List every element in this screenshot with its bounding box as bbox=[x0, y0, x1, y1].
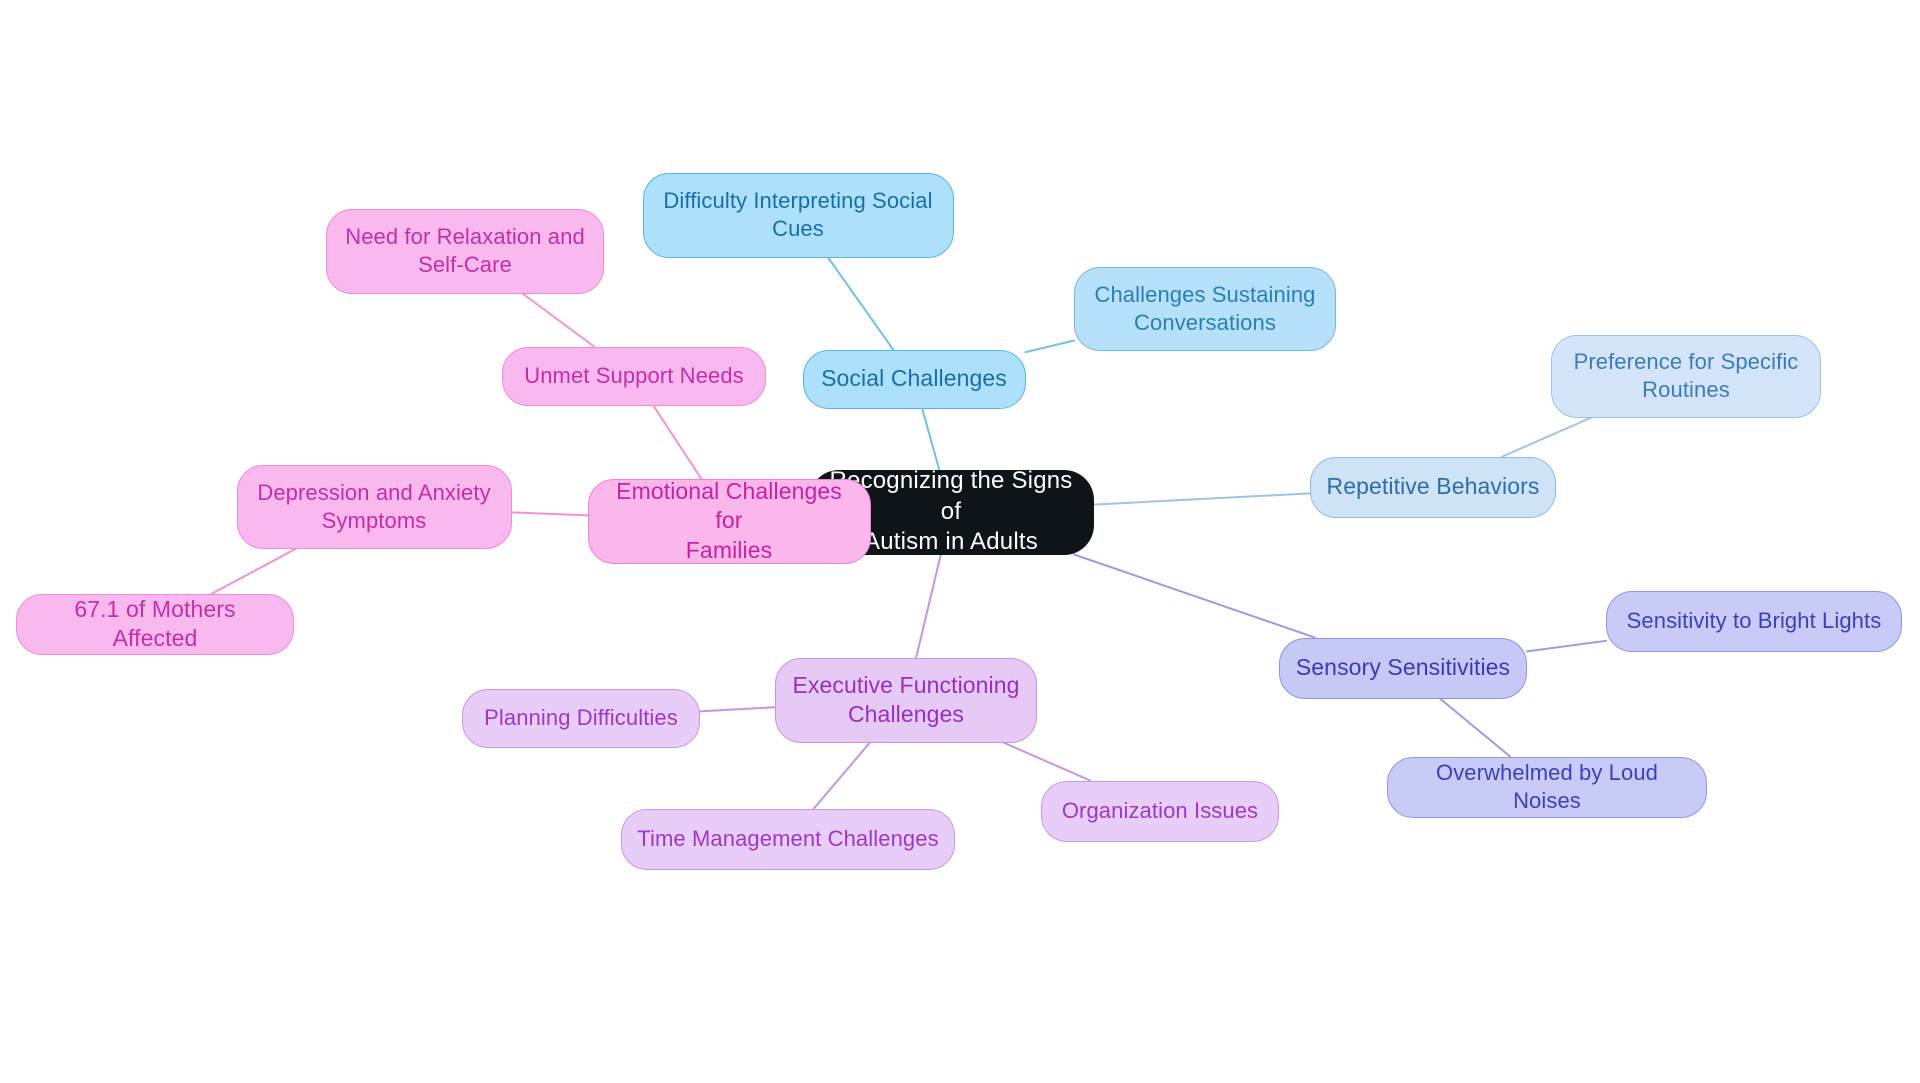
node-label: 67.1 of Mothers Affected bbox=[74, 595, 236, 651]
edge-sensory-sensitivities-to-overwhelmed-by-loud-noises bbox=[1438, 697, 1512, 758]
node-sensitivity-to-bright-lights[interactable]: Sensitivity to Bright Lights bbox=[1606, 590, 1902, 652]
node-label: Overwhelmed by Loud Noises bbox=[1435, 759, 1659, 813]
node-label: Social Challenges bbox=[821, 365, 1007, 392]
edge-emotional-challenges-for-families-to-unmet-support-needs bbox=[652, 404, 703, 480]
edge-executive-functioning-challenges-to-time-management-challenges bbox=[812, 741, 871, 810]
node-label: Organization Issues bbox=[1061, 797, 1259, 823]
node-difficulty-interpreting-social-cues[interactable]: Difficulty Interpreting Social Cues bbox=[642, 172, 954, 258]
node-67-1-of-mothers-affected[interactable]: 67.1 of Mothers Affected bbox=[16, 593, 294, 655]
edge-sensory-sensitivities-to-sensitivity-to-bright-lights bbox=[1526, 639, 1607, 653]
node-emotional-challenges-for-families[interactable]: Emotional Challenges for Families bbox=[587, 477, 871, 564]
edge-root-to-repetitive-behaviors bbox=[1092, 492, 1311, 506]
node-label: Challenges Sustaining Conversations bbox=[1094, 281, 1316, 335]
node-label: Time Management Challenges bbox=[637, 825, 939, 851]
node-label: Depression and Anxiety Symptoms bbox=[257, 479, 491, 533]
edge-executive-functioning-challenges-to-planning-difficulties bbox=[699, 706, 776, 713]
node-need-for-relaxation-and-self-care[interactable]: Need for Relaxation and Self-Care bbox=[326, 208, 604, 294]
node-label: Difficulty Interpreting Social Cues bbox=[663, 187, 933, 241]
edge-executive-functioning-challenges-to-organization-issues bbox=[1002, 741, 1092, 782]
edge-root-to-executive-functioning-challenges bbox=[915, 553, 942, 659]
node-label: Executive Functioning Challenges bbox=[792, 671, 1020, 727]
edge-root-to-sensory-sensitivities bbox=[1073, 553, 1316, 639]
edge-social-challenges-to-difficulty-interpreting-social-cues bbox=[827, 256, 895, 351]
node-preference-for-specific-routines[interactable]: Preference for Specific Routines bbox=[1551, 334, 1821, 418]
node-planning-difficulties[interactable]: Planning Difficulties bbox=[462, 688, 700, 748]
node-overwhelmed-by-loud-noises[interactable]: Overwhelmed by Loud Noises bbox=[1387, 756, 1707, 818]
edge-emotional-challenges-for-families-to-depression-and-anxiety-symptoms bbox=[510, 511, 589, 517]
edge-root-to-social-challenges bbox=[921, 407, 941, 471]
node-social-challenges[interactable]: Social Challenges bbox=[802, 349, 1026, 409]
edge-unmet-support-needs-to-need-for-relaxation-and-self-care bbox=[521, 292, 596, 348]
node-label: Emotional Challenges for Families bbox=[616, 477, 842, 563]
mind-map-canvas: Recognizing the Signs of Autism in Adult… bbox=[0, 0, 1920, 1083]
node-label: Need for Relaxation and Self-Care bbox=[345, 223, 585, 277]
node-label: Unmet Support Needs bbox=[524, 362, 744, 388]
node-label: Sensitivity to Bright Lights bbox=[1626, 607, 1882, 633]
node-label: Repetitive Behaviors bbox=[1326, 473, 1540, 500]
node-depression-and-anxiety-symptoms[interactable]: Depression and Anxiety Symptoms bbox=[236, 465, 512, 549]
edge-depression-and-anxiety-symptoms-to-67-1-of-mothers-affected bbox=[211, 548, 297, 595]
node-organization-issues[interactable]: Organization Issues bbox=[1041, 780, 1279, 842]
node-label: Preference for Specific Routines bbox=[1573, 348, 1799, 402]
edge-repetitive-behaviors-to-preference-for-specific-routines bbox=[1501, 416, 1593, 458]
node-unmet-support-needs[interactable]: Unmet Support Needs bbox=[502, 346, 766, 406]
edge-social-challenges-to-challenges-sustaining-conversations bbox=[1024, 339, 1075, 354]
node-executive-functioning-challenges[interactable]: Executive Functioning Challenges bbox=[775, 657, 1037, 743]
node-label: Sensory Sensitivities bbox=[1295, 654, 1511, 681]
node-repetitive-behaviors[interactable]: Repetitive Behaviors bbox=[1310, 456, 1556, 518]
node-label: Planning Difficulties bbox=[484, 704, 678, 730]
node-challenges-sustaining-conversations[interactable]: Challenges Sustaining Conversations bbox=[1074, 267, 1336, 351]
node-sensory-sensitivities[interactable]: Sensory Sensitivities bbox=[1279, 637, 1527, 699]
node-time-management-challenges[interactable]: Time Management Challenges bbox=[621, 808, 955, 870]
